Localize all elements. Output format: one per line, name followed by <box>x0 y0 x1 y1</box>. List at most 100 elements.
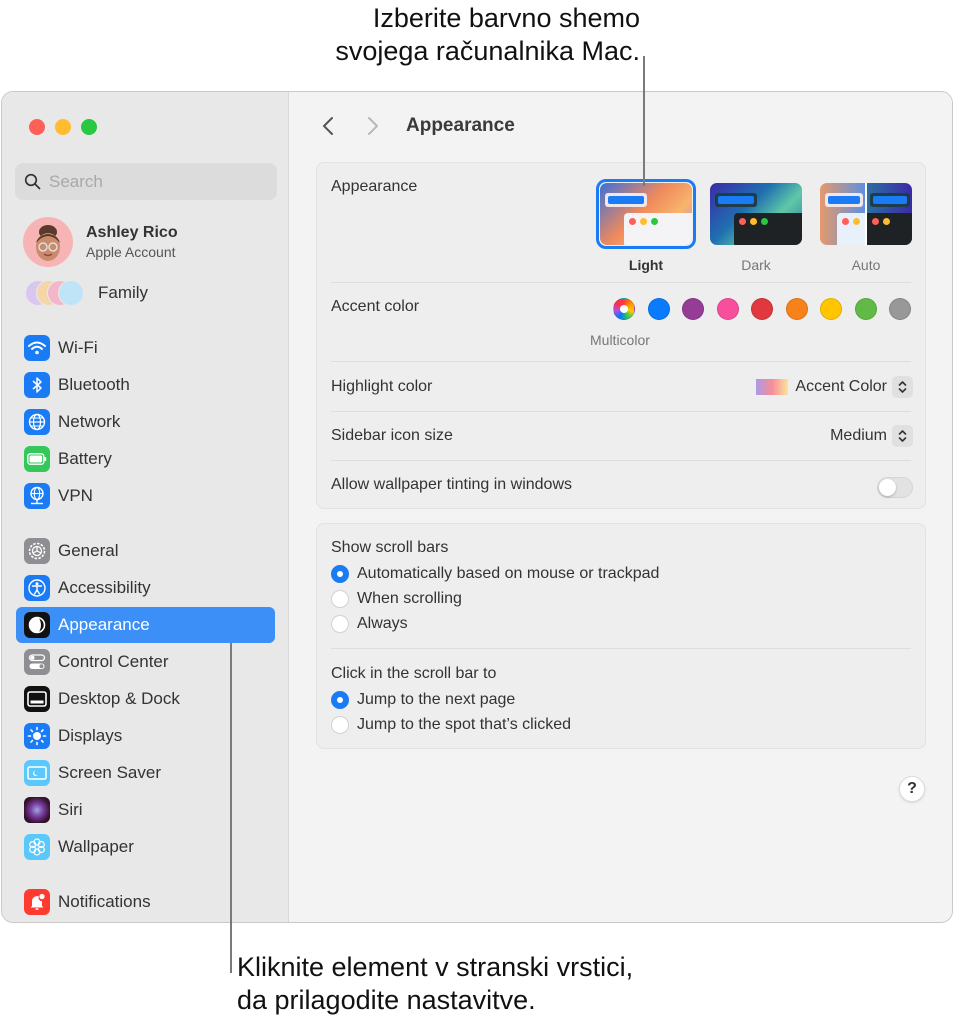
accent-swatch-yellow[interactable] <box>820 298 842 320</box>
radio-jump-spot-clicked[interactable]: Jump to the spot that’s clicked <box>331 716 571 734</box>
sidebar-item-screen-saver[interactable]: Screen Saver <box>16 755 275 791</box>
radio-label: Automatically based on mouse or trackpad <box>357 565 660 582</box>
accent-swatch-graphite[interactable] <box>889 298 911 320</box>
highlight-color-popup[interactable]: Accent Color <box>756 376 913 398</box>
divider <box>331 282 911 283</box>
battery-icon <box>24 446 50 472</box>
auto-mode-thumbnail <box>820 183 912 245</box>
sidebar-item-label: Wi-Fi <box>58 338 98 357</box>
radio-scroll-always[interactable]: Always <box>331 615 408 633</box>
sidebar-item-label: Network <box>58 412 121 431</box>
divider <box>331 411 911 412</box>
sidebar-item-control-center[interactable]: Control Center <box>16 644 275 680</box>
toolbar: Appearance <box>316 114 515 138</box>
sidebar-item-battery[interactable]: Battery <box>16 441 275 477</box>
radio-jump-next-page[interactable]: Jump to the next page <box>331 691 515 709</box>
sidebar-item-wifi[interactable]: Wi-Fi <box>16 330 275 366</box>
up-down-chevron-icon <box>892 425 913 447</box>
up-down-chevron-icon <box>892 376 913 398</box>
appearance-option-dark[interactable]: Dark <box>706 179 806 273</box>
accent-swatch-multicolor[interactable] <box>613 298 635 320</box>
sidebar: Ashley Rico Apple Account Family Wi-Fi <box>2 92 289 922</box>
sidebar-icon-size-value: Medium <box>830 427 887 444</box>
radio-button[interactable] <box>331 615 349 633</box>
scroll-bar-settings-group: Show scroll bars Automatically based on … <box>316 523 926 749</box>
callout-color-scheme: Izberite barvno shemo svojega računalnik… <box>240 2 640 68</box>
main-pane: Appearance Appearance Light Dark Auto Ac… <box>290 92 952 922</box>
sidebar-item-desktop-dock[interactable]: Desktop & Dock <box>16 681 275 717</box>
sidebar-item-network[interactable]: Network <box>16 404 275 440</box>
search-field[interactable] <box>15 163 277 200</box>
sidebar-icon-size-popup[interactable]: Medium <box>830 425 913 447</box>
sidebar-item-bluetooth[interactable]: Bluetooth <box>16 367 275 403</box>
sidebar-item-label: Siri <box>58 800 83 819</box>
control-center-icon <box>24 649 50 675</box>
divider <box>331 460 911 461</box>
divider <box>331 361 911 362</box>
memoji-icon <box>36 225 60 261</box>
accent-swatch-pink[interactable] <box>717 298 739 320</box>
help-button[interactable]: ? <box>899 776 925 802</box>
sidebar-item-vpn[interactable]: VPN <box>16 478 275 514</box>
sidebar-item-siri[interactable]: Siri <box>16 792 275 828</box>
callout-leader-bottom <box>230 643 232 973</box>
sidebar-item-general[interactable]: General <box>16 533 275 569</box>
dark-mode-thumbnail <box>710 183 802 245</box>
apple-account[interactable]: Ashley Rico Apple Account <box>23 217 178 267</box>
radio-button[interactable] <box>331 691 349 709</box>
family-item[interactable]: Family <box>25 280 148 306</box>
sidebar-item-displays[interactable]: Displays <box>16 718 275 754</box>
search-input[interactable] <box>49 171 249 192</box>
close-button[interactable] <box>29 119 45 135</box>
appearance-option-light[interactable]: Light <box>596 179 696 273</box>
search-icon <box>24 173 41 190</box>
account-name: Ashley Rico <box>86 223 178 241</box>
radio-scroll-automatic[interactable]: Automatically based on mouse or trackpad <box>331 565 659 583</box>
sun-icon <box>24 723 50 749</box>
radio-button[interactable] <box>331 716 349 734</box>
sidebar-item-label: Notifications <box>58 892 151 911</box>
radio-label: When scrolling <box>357 590 462 607</box>
desktop-dock-icon <box>24 686 50 712</box>
forward-button[interactable] <box>361 114 385 138</box>
vpn-globe-icon <box>24 483 50 509</box>
accent-swatch-purple[interactable] <box>682 298 704 320</box>
radio-label: Jump to the spot that’s clicked <box>357 716 572 733</box>
light-label: Light <box>628 257 664 273</box>
callout-line-2: svojega računalnika Mac. <box>335 36 640 66</box>
accent-swatch-orange[interactable] <box>786 298 808 320</box>
sidebar-item-accessibility[interactable]: Accessibility <box>16 570 275 606</box>
back-button[interactable] <box>316 114 340 138</box>
dark-label: Dark <box>741 257 771 273</box>
accent-swatch-red[interactable] <box>751 298 773 320</box>
minimize-button[interactable] <box>55 119 71 135</box>
callout-leader-top <box>643 56 645 186</box>
appearance-label: Appearance <box>331 178 418 195</box>
siri-icon <box>24 797 50 823</box>
window-controls <box>29 119 97 135</box>
accessibility-icon <box>24 575 50 601</box>
accent-swatch-green[interactable] <box>855 298 877 320</box>
zoom-button[interactable] <box>81 119 97 135</box>
highlight-color-label: Highlight color <box>331 378 433 395</box>
radio-button[interactable] <box>331 590 349 608</box>
callout-sidebar: Kliknite element v stranski vrstici, da … <box>237 951 717 1017</box>
page-title: Appearance <box>406 115 515 136</box>
sidebar-item-appearance[interactable]: Appearance <box>16 607 275 643</box>
chevron-right-icon <box>368 117 378 135</box>
sidebar-item-wallpaper[interactable]: Wallpaper <box>16 829 275 865</box>
sidebar-item-label: Accessibility <box>58 578 151 597</box>
radio-scroll-when-scrolling[interactable]: When scrolling <box>331 590 462 608</box>
sidebar-item-label: General <box>58 541 119 560</box>
callout-line-1: Izberite barvno shemo <box>372 3 640 33</box>
callout-line-1: Kliknite element v stranski vrstici, <box>237 952 634 982</box>
gear-icon <box>24 538 50 564</box>
radio-button[interactable] <box>331 565 349 583</box>
appearance-option-auto[interactable]: Auto <box>816 179 916 273</box>
chevron-left-icon <box>323 117 333 135</box>
sidebar-item-notifications[interactable]: Notifications <box>16 884 275 920</box>
accent-selected-name: Multicolor <box>590 332 650 348</box>
wallpaper-tinting-toggle[interactable] <box>877 477 913 498</box>
account-subtitle: Apple Account <box>86 243 176 260</box>
accent-swatch-blue[interactable] <box>648 298 670 320</box>
